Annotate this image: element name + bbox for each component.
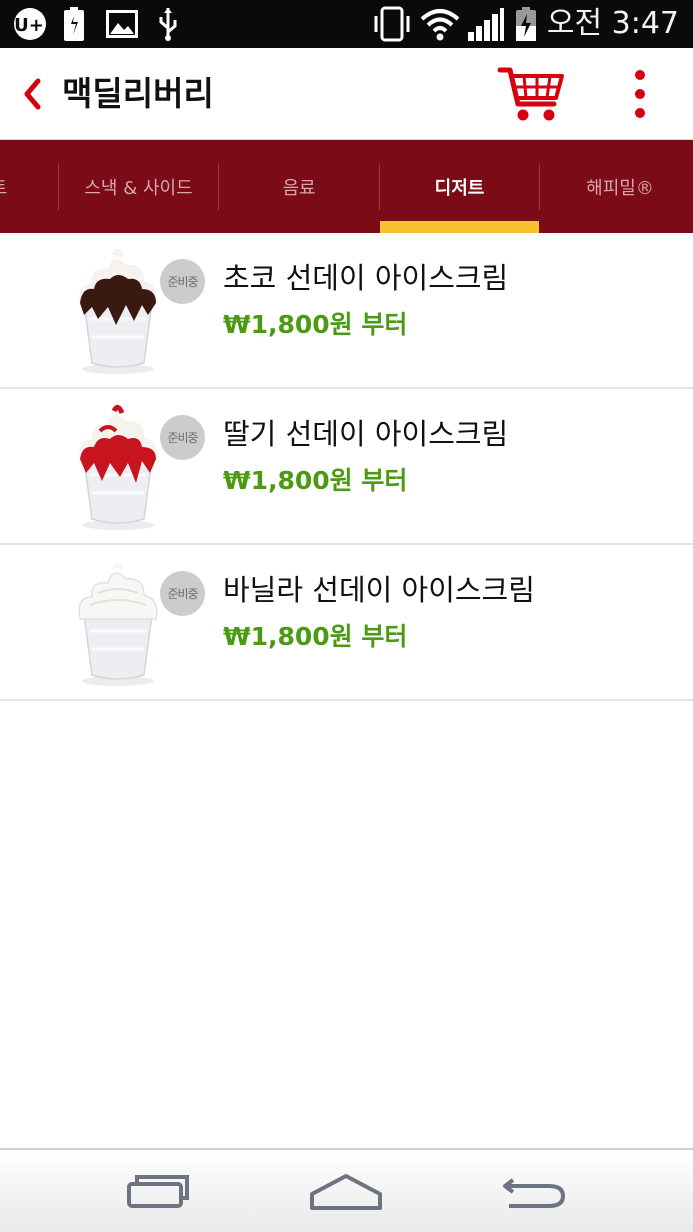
category-tabs: 트 스낵 & 사이드 음료 디저트 해피밀® <box>0 140 693 233</box>
carrier-logo-text: U+ <box>14 15 44 36</box>
app-root: U+ 오전 3:47 맥딜리버리 스낵 & 사이드 음료 디저트 해피밀® 준비… <box>0 0 693 1232</box>
home-button[interactable] <box>286 1160 406 1224</box>
signal-icon <box>466 0 506 48</box>
vanilla-sundae-image <box>78 562 158 686</box>
recent-apps-button[interactable] <box>98 1160 218 1224</box>
home-icon <box>310 1174 382 1210</box>
back-button[interactable] <box>14 66 50 122</box>
preparing-badge: 준비중 <box>160 571 205 616</box>
tab-label: 해피밀® <box>586 177 654 199</box>
tab-happy-meal[interactable]: 해피밀® <box>540 140 693 233</box>
tab-partial[interactable]: 트 <box>0 140 58 233</box>
preparing-badge: 준비중 <box>160 259 205 304</box>
menu-item-price: ₩1,800원 부터 <box>223 310 408 339</box>
page-title: 맥딜리버리 <box>62 74 214 113</box>
menu-item-price: ₩1,800원 부터 <box>223 466 408 495</box>
more-options-button[interactable] <box>620 68 660 120</box>
tab-snack-side[interactable]: 스낵 & 사이드 <box>59 140 218 233</box>
battery-charging-icon <box>512 0 540 48</box>
uplus-logo-icon: U+ <box>10 0 50 48</box>
tab-label: 트 <box>0 174 7 200</box>
wifi-icon <box>418 0 462 48</box>
tab-label: 디저트 <box>434 177 485 199</box>
menu-item-price: ₩1,800원 부터 <box>223 622 408 651</box>
app-header: 맥딜리버리 <box>0 48 693 140</box>
battery-full-icon <box>62 0 86 48</box>
status-time: 오전 3:47 <box>546 6 679 41</box>
tab-label: 스낵 & 사이드 <box>84 177 193 199</box>
cart-icon <box>497 67 564 121</box>
menu-item-name: 바닐라 선데이 아이스크림 <box>223 573 535 607</box>
preparing-badge: 준비중 <box>160 415 205 460</box>
tab-drinks[interactable]: 음료 <box>219 140 379 233</box>
menu-item-name: 딸기 선데이 아이스크림 <box>223 417 509 451</box>
usb-icon <box>154 0 182 48</box>
menu-item-vanilla-sundae[interactable]: 준비중 바닐라 선데이 아이스크림 ₩1,800원 부터 <box>0 545 693 701</box>
navigation-bar <box>0 1148 693 1232</box>
active-tab-indicator <box>380 221 539 233</box>
more-vertical-icon <box>635 70 645 80</box>
status-bar: U+ 오전 3:47 <box>0 0 693 48</box>
cart-button[interactable] <box>496 62 568 126</box>
recent-apps-icon <box>127 1175 189 1208</box>
choco-sundae-image <box>79 249 157 374</box>
back-icon <box>503 1178 566 1208</box>
system-back-button[interactable] <box>474 1160 594 1224</box>
vibrate-phone-icon <box>372 0 412 48</box>
menu-item-choco-sundae[interactable]: 준비중 초코 선데이 아이스크림 ₩1,800원 부터 <box>0 233 693 389</box>
menu-item-name: 초코 선데이 아이스크림 <box>223 261 509 295</box>
tab-label: 음료 <box>282 177 316 199</box>
tab-dessert[interactable]: 디저트 <box>380 140 539 233</box>
menu-list: 준비중 초코 선데이 아이스크림 ₩1,800원 부터 준비중 딸기 선데이 아… <box>0 233 693 701</box>
chevron-left-icon <box>24 78 41 110</box>
image-icon <box>104 0 140 48</box>
menu-item-strawberry-sundae[interactable]: 준비중 딸기 선데이 아이스크림 ₩1,800원 부터 <box>0 389 693 545</box>
strawberry-sundae-image <box>79 405 157 530</box>
